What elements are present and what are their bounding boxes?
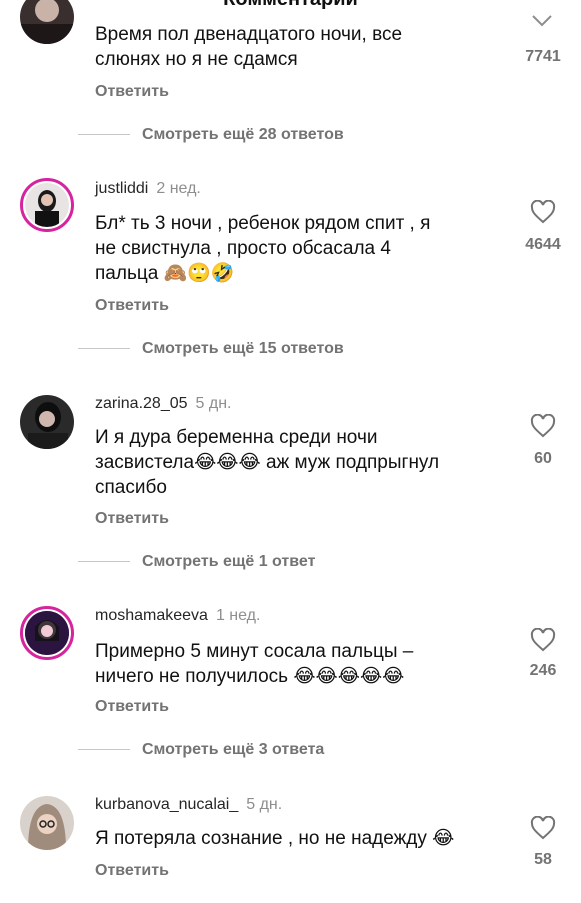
comment-line: ничего не получилось 😂😂😂😂😂: [95, 666, 405, 687]
view-more-replies[interactable]: Смотреть ещё 3 ответа: [78, 741, 324, 759]
like-button[interactable]: [520, 628, 566, 652]
comment-line: спасибо: [95, 477, 167, 498]
view-more-label: Смотреть ещё 3 ответа: [142, 741, 325, 758]
avatar[interactable]: [20, 178, 74, 232]
comment-line: слюнях но я не сдамся: [95, 49, 298, 70]
like-count: 58: [534, 851, 552, 868]
username-label: zarina.28_05: [95, 395, 188, 412]
comment-time: 5 дн.: [195, 395, 232, 412]
comment-line: не свистнула , просто обсасала 4: [95, 238, 391, 259]
divider: [78, 561, 130, 563]
username-label: kurbanova_nucalai_: [95, 796, 239, 813]
avatar[interactable]: [20, 395, 74, 449]
comment-text: Время пол двенадцатого ночи, все слюнях …: [95, 22, 485, 72]
comment-username[interactable]: moshamakeeva 1 нед.: [95, 607, 260, 625]
comment-line: Я потеряла сознание , но не надежду 😂: [95, 828, 455, 849]
reply-button[interactable]: Ответить: [95, 862, 169, 880]
comment-line: засвистела😂😂😂 аж муж подпрыгнул: [95, 452, 440, 473]
comment-time: 5 дн.: [246, 796, 283, 813]
like-count: 7741: [525, 48, 561, 65]
avatar[interactable]: [20, 0, 74, 44]
view-more-label: Смотреть ещё 15 ответов: [142, 340, 344, 357]
username-label: moshamakeeva: [95, 607, 208, 624]
comment-username[interactable]: kurbanova_nucalai_ 5 дн.: [95, 796, 282, 814]
comment-line: пальца 🙈🙄🤣: [95, 263, 235, 284]
comment-text: Я потеряла сознание , но не надежду 😂: [95, 826, 515, 851]
comment-username[interactable]: zarina.28_05 5 дн.: [95, 395, 231, 413]
username-label: justliddi: [95, 180, 149, 197]
reply-button[interactable]: Ответить: [95, 510, 169, 528]
avatar[interactable]: [20, 606, 74, 660]
comment-time: 1 нед.: [215, 607, 261, 624]
like-button[interactable]: [520, 816, 566, 840]
view-more-replies[interactable]: Смотреть ещё 28 ответов: [78, 126, 344, 144]
heart-outline-icon: [530, 414, 556, 438]
comment-text: Бл* ть 3 ночи , ребенок рядом спит , я н…: [95, 211, 485, 286]
comment-line: Бл* ть 3 ночи , ребенок рядом спит , я: [95, 213, 431, 234]
reply-button[interactable]: Ответить: [95, 297, 169, 315]
heart-outline-icon: [530, 816, 556, 840]
comment-line: Примерно 5 минут сосала пальцы –: [95, 641, 414, 662]
comment-line: И я дура беременна среди ночи: [95, 427, 378, 448]
comment-text: Примерно 5 минут сосала пальцы – ничего …: [95, 639, 485, 689]
reply-button[interactable]: Ответить: [95, 83, 169, 101]
avatar[interactable]: [20, 796, 74, 850]
view-more-label: Смотреть ещё 1 ответ: [142, 553, 316, 570]
divider: [78, 348, 130, 350]
comment-time: 2 нед.: [156, 180, 201, 197]
view-more-replies[interactable]: Смотреть ещё 1 ответ: [78, 553, 315, 571]
divider: [78, 134, 130, 136]
like-count: 60: [534, 450, 552, 467]
comment-username[interactable]: justliddi 2 нед.: [95, 180, 201, 198]
divider: [78, 749, 130, 751]
like-count: 246: [529, 662, 557, 679]
heart-outline-icon: [530, 200, 556, 224]
like-count: 4644: [525, 236, 561, 253]
comment-text: И я дура беременна среди ночи засвистела…: [95, 425, 485, 500]
like-button[interactable]: [520, 414, 566, 438]
view-more-label: Смотреть ещё 28 ответов: [142, 126, 344, 143]
heart-outline-icon: [530, 628, 556, 652]
reply-button[interactable]: Ответить: [95, 698, 169, 716]
view-more-replies[interactable]: Смотреть ещё 15 ответов: [78, 340, 344, 358]
header-title: Комментарии: [0, 0, 581, 11]
comment-line: Время пол двенадцатого ночи, все: [95, 24, 403, 45]
chevron-down-icon[interactable]: [531, 14, 553, 28]
like-button[interactable]: [520, 200, 566, 224]
